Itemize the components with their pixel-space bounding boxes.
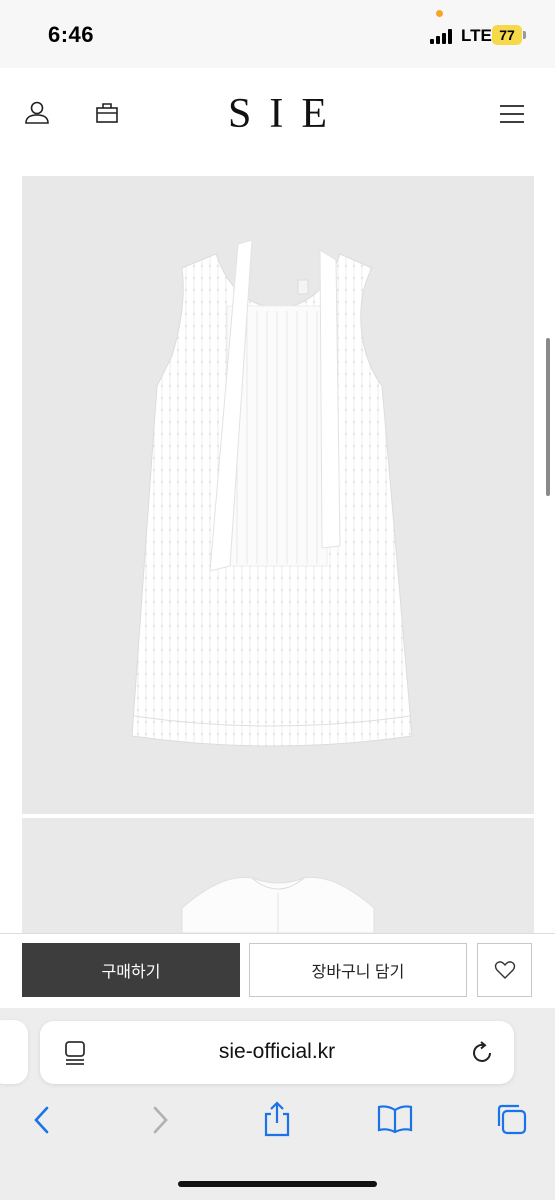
home-indicator	[178, 1181, 377, 1187]
privacy-indicator-dot	[436, 10, 443, 17]
dress-back-image[interactable]	[22, 818, 534, 933]
menu-icon[interactable]	[498, 102, 526, 126]
reload-icon[interactable]	[470, 1040, 496, 1066]
buy-button[interactable]: 구매하기	[22, 943, 240, 997]
battery-icon: 77	[492, 25, 522, 45]
page-scrollbar[interactable]	[546, 338, 550, 496]
status-time: 6:46	[48, 22, 95, 47]
wishlist-button[interactable]	[477, 943, 532, 997]
previous-tab-preview[interactable]	[0, 1020, 28, 1084]
network-type: LTE	[461, 26, 492, 45]
add-to-cart-button[interactable]: 장바구니 담기	[249, 943, 467, 997]
forward-icon[interactable]	[148, 1104, 172, 1136]
battery-cap	[523, 31, 526, 39]
tabs-icon[interactable]	[494, 1102, 528, 1136]
back-icon[interactable]	[30, 1104, 54, 1136]
signal-icon	[430, 28, 456, 44]
share-icon[interactable]	[261, 1100, 293, 1138]
heart-icon	[494, 961, 515, 979]
url-text[interactable]: sie-official.kr	[40, 1040, 514, 1064]
site-logo[interactable]: SIE	[0, 90, 555, 138]
bookmarks-icon[interactable]	[376, 1104, 414, 1134]
dress-front-image[interactable]	[22, 176, 534, 814]
